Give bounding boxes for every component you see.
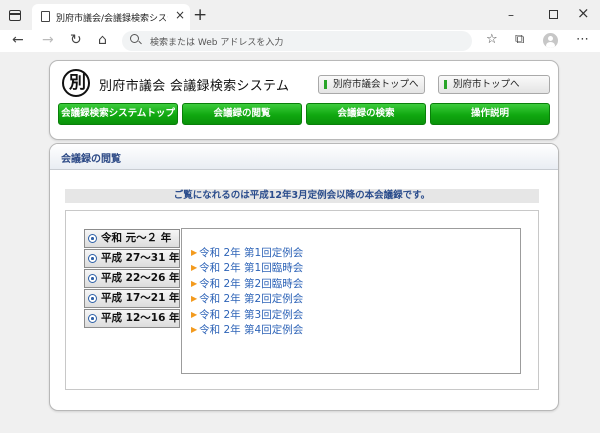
era-list: 令和 元～２ 年 平成 27～31 年 平成 22～26 年 平成 17～21 … [84,229,180,329]
session-list: ▶ 令和 2年 第1回定例会 ▶ 令和 2年 第1回臨時会 ▶ 令和 2年 第2回臨時… [191,245,303,337]
nav-search-button[interactable]: 会議録の検索 [306,103,426,125]
session-link[interactable]: ▶ 令和 2年 第2回臨時会 [191,276,303,291]
browser-tab-strip: 別府市議会/会議録検索システム × + – × [0,0,600,30]
panel-header: 会議録の閲覧 [50,144,558,170]
era-label: 平成 17～21 年 [101,292,180,304]
radio-bullet-icon [88,254,97,263]
site-title: 別府市議会 会議録検索システム [99,79,290,94]
orange-triangle-icon: ▶ [191,248,198,257]
minimize-icon[interactable]: – [508,8,514,22]
content-frame: 令和 元～２ 年 平成 27～31 年 平成 22～26 年 平成 17～21 … [65,210,539,390]
city-top-link-label: 別府市トップへ [453,79,520,90]
orange-triangle-icon: ▶ [191,294,198,304]
nav-browse-button[interactable]: 会議録の閲覧 [182,103,302,125]
home-icon[interactable]: ⌂ [98,32,107,48]
radio-bullet-icon [88,314,97,323]
orange-triangle-icon: ▶ [191,309,198,319]
orange-triangle-icon: ▶ [191,324,198,334]
era-label: 平成 27～31 年 [101,252,180,264]
session-list-panel: ▶ 令和 2年 第1回定例会 ▶ 令和 2年 第1回臨時会 ▶ 令和 2年 第2回臨時… [181,228,521,374]
more-menu-icon[interactable]: ⋯ [576,32,589,48]
session-label: 令和 2年 第2回臨時会 [199,277,304,290]
radio-bullet-icon [88,234,97,243]
back-icon[interactable]: ← [12,32,24,48]
orange-triangle-icon: ▶ [191,263,198,273]
session-link[interactable]: ▶ 令和 2年 第2回定例会 [191,291,303,306]
tab-close-icon[interactable]: × [175,9,185,21]
city-top-link[interactable]: 別府市トップへ [438,75,550,94]
availability-notice: ご覧になれるのは平成12年3月定例会以降の本会議録です。 [65,189,539,203]
session-link[interactable]: ▶ 令和 2年 第4回定例会 [191,322,303,337]
era-label: 平成 12～16 年 [101,312,180,324]
window-close-icon[interactable]: × [577,5,590,21]
collections-icon[interactable]: ⧉ [515,32,524,48]
address-placeholder: 検索または Web アドレスを入力 [150,38,284,48]
era-item-heisei-17-21[interactable]: 平成 17～21 年 [84,289,180,308]
era-item-heisei-12-16[interactable]: 平成 12～16 年 [84,309,180,328]
page-icon [41,11,50,22]
maximize-icon[interactable] [549,10,558,19]
era-label: 令和 元～２ 年 [101,232,172,244]
session-link[interactable]: ▶ 令和 2年 第1回臨時会 [191,260,303,275]
session-label: 令和 2年 第1回定例会 [199,247,304,259]
session-label: 令和 2年 第2回定例会 [199,293,304,306]
era-label: 平成 22～26 年 [101,272,180,284]
city-logo: 別 [62,69,90,97]
tab-title: 別府市議会/会議録検索システム [56,14,168,24]
profile-avatar[interactable] [543,33,558,48]
link-marker-icon [444,80,447,89]
search-icon [130,34,139,43]
browse-panel: 会議録の閲覧 ご覧になれるのは平成12年3月定例会以降の本会議録です。 令和 元… [49,143,559,411]
session-label: 令和 2年 第4回定例会 [199,323,304,336]
era-item-reiwa[interactable]: 令和 元～２ 年 [84,229,180,248]
forward-icon[interactable]: → [42,32,54,48]
session-link[interactable]: ▶ 令和 2年 第3回定例会 [191,307,303,322]
era-item-heisei-27-31[interactable]: 平成 27～31 年 [84,249,180,268]
nav-system-top-button[interactable]: 会議録検索システムトップ [58,103,178,125]
panel-title: 会議録の閲覧 [61,154,121,165]
era-item-heisei-22-26[interactable]: 平成 22～26 年 [84,269,180,288]
council-top-link[interactable]: 別府市議会トップへ [318,75,425,94]
reload-icon[interactable]: ↻ [70,32,82,48]
site-header: 別 別府市議会 会議録検索システム 別府市議会トップへ 別府市トップへ 会議録検… [49,60,559,140]
browser-tab[interactable]: 別府市議会/会議録検索システム × [32,4,190,30]
browser-toolbar: ← → ↻ ⌂ 検索または Web アドレスを入力 ☆ ⧉ ⋯ [0,30,600,52]
nav-help-button[interactable]: 操作説明 [430,103,550,125]
council-top-link-label: 別府市議会トップへ [333,79,419,90]
radio-bullet-icon [88,274,97,283]
favorites-icon[interactable]: ☆ [486,32,498,48]
session-label: 令和 2年 第1回臨時会 [199,262,304,275]
radio-bullet-icon [88,294,97,303]
logo-mark: 別 [69,73,86,93]
link-marker-icon [324,80,327,89]
new-tab-icon[interactable]: + [193,7,207,24]
orange-triangle-icon: ▶ [191,278,198,288]
tab-actions-icon[interactable] [9,10,21,21]
session-label: 令和 2年 第3回定例会 [199,308,304,321]
page-body: 別 別府市議会 会議録検索システム 別府市議会トップへ 別府市トップへ 会議録検… [0,52,600,433]
address-bar[interactable]: 検索または Web アドレスを入力 [122,31,472,51]
session-link[interactable]: ▶ 令和 2年 第1回定例会 [191,245,303,260]
